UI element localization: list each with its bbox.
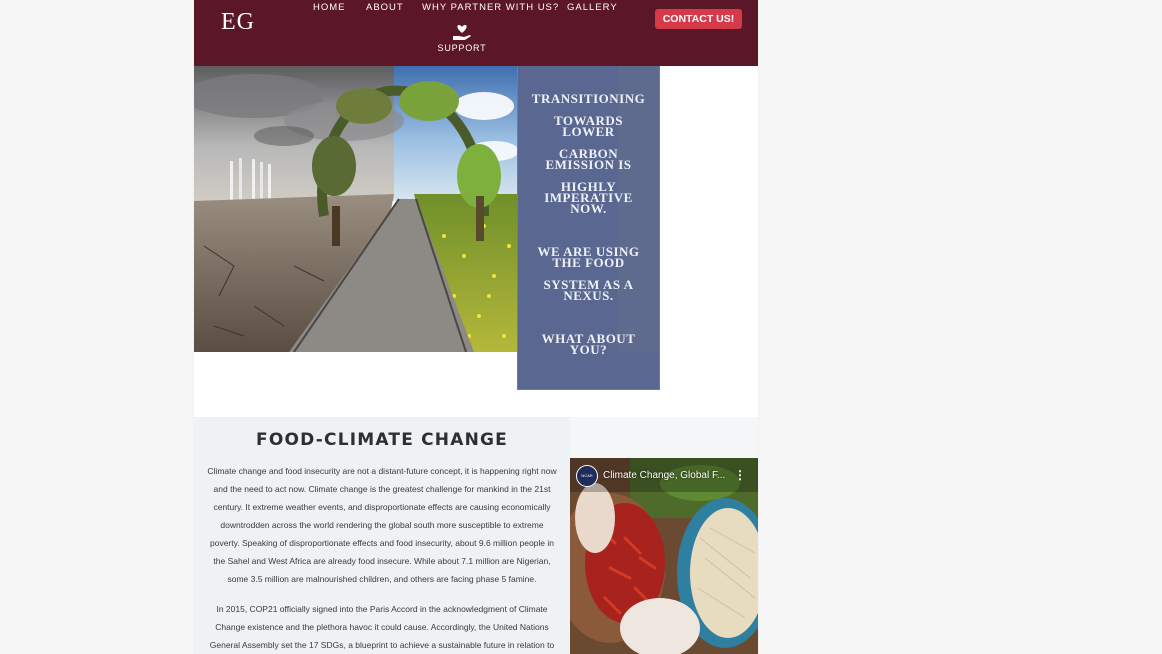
hero-line: TRANSITIONING	[531, 91, 646, 106]
text-line: and the need to act now. Climate change …	[213, 484, 551, 494]
nav-gallery[interactable]: GALLERY	[567, 2, 618, 13]
video-thumbnail	[570, 458, 758, 654]
paragraph-2: In 2015, COP21 officially signed into th…	[204, 600, 560, 654]
nav-why-partner[interactable]: WHY PARTNER WITH US?	[422, 2, 559, 13]
hero-image	[194, 66, 517, 352]
hero-line: EMISSION IS	[545, 157, 632, 172]
support-label: SUPPORT	[437, 43, 487, 53]
site-header: EG HOME ABOUT WHY PARTNER WITH US? GALLE…	[194, 0, 758, 66]
video-title[interactable]: Climate Change, Global F...	[603, 470, 725, 481]
hero-section: TRANSITIONING TOWARDS LOWER CARBON EMISS…	[194, 66, 758, 417]
food-climate-section: FOOD-CLIMATE CHANGE Climate change and f…	[194, 417, 570, 654]
hero-line: LOWER	[562, 124, 615, 139]
more-vert-icon[interactable]: ⋮	[734, 468, 746, 482]
text-line: Climate change and food insecurity are n…	[207, 466, 557, 476]
text-line: Change existence and the plethora havoc …	[215, 622, 549, 632]
hero-line: YOU?	[569, 342, 608, 357]
video-embed[interactable]: NCAR Climate Change, Global F... ⋮	[570, 458, 758, 654]
nav-home[interactable]: HOME	[313, 2, 346, 13]
nav-support[interactable]: SUPPORT	[434, 24, 490, 53]
text-line: In 2015, COP21 officially signed into th…	[216, 604, 548, 614]
text-line: the Sahel and West Africa are already fo…	[213, 556, 551, 566]
text-line: poverty. Speaking of disproportionate ef…	[210, 538, 554, 548]
text-line: century. It extreme weather events, and …	[213, 502, 551, 512]
nav-about[interactable]: ABOUT	[366, 2, 404, 13]
text-line: some 3.5 million are malnourished childr…	[227, 574, 537, 584]
heart-hand-icon	[453, 25, 471, 40]
hero-text-panel: TRANSITIONING TOWARDS LOWER CARBON EMISS…	[517, 66, 660, 390]
text-line: downtrodden across the world rendering t…	[220, 520, 544, 530]
right-column-strip	[570, 417, 758, 458]
hero-line: NEXUS.	[563, 288, 614, 303]
contact-us-button[interactable]: CONTACT US!	[655, 9, 742, 29]
hero-line: THE FOOD	[552, 255, 625, 270]
section-title: FOOD-CLIMATE CHANGE	[256, 430, 508, 450]
page: EG HOME ABOUT WHY PARTNER WITH US? GALLE…	[194, 0, 758, 654]
text-line: General Assembly set the 17 SDGs, a blue…	[209, 640, 555, 650]
channel-logo[interactable]: NCAR	[576, 465, 598, 487]
hero-line: NOW.	[570, 201, 607, 216]
site-logo[interactable]: EG	[221, 9, 255, 36]
paragraph-1: Climate change and food insecurity are n…	[204, 462, 560, 588]
